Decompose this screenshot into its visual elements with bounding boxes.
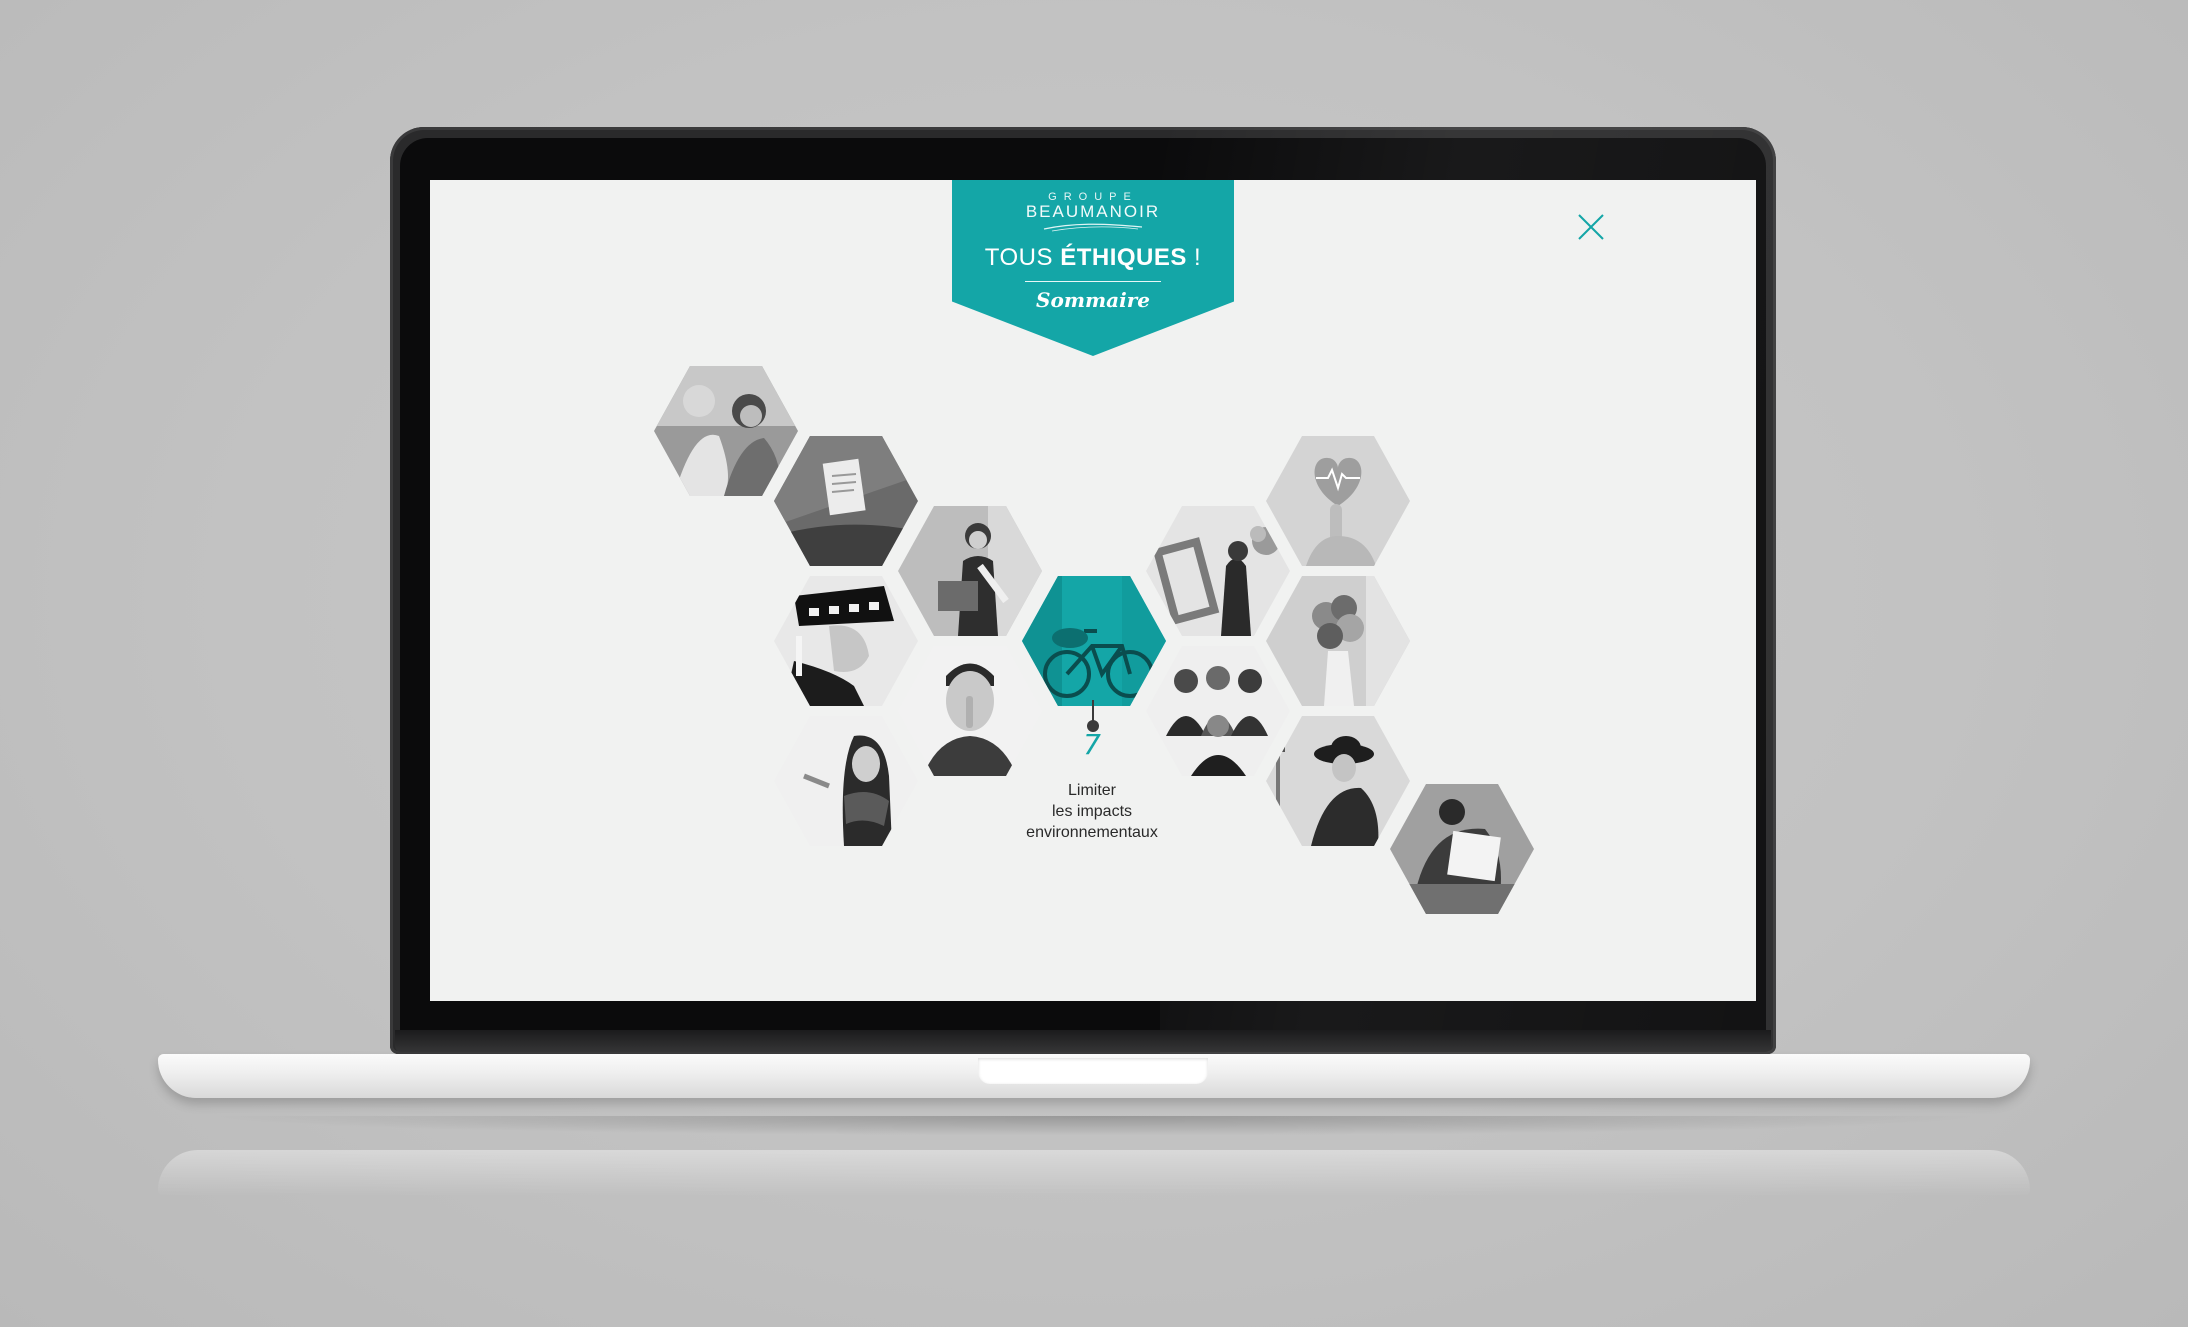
- title-end: !: [1186, 244, 1202, 271]
- laptop-shadow: [200, 1116, 1990, 1136]
- police-officer-photo: [774, 576, 918, 706]
- title-light: TOUS: [984, 244, 1061, 271]
- page-subtitle: Sommaire: [1036, 288, 1150, 312]
- hex-tile-clothing-label[interactable]: [774, 436, 918, 566]
- hex-tile-woman-scarf[interactable]: [774, 716, 918, 846]
- flower-bouquet-photo: [1266, 576, 1410, 706]
- mirror-and-flowers-photo: [1146, 506, 1290, 636]
- heart-pulse-finger-photo: [1266, 436, 1410, 566]
- laptop-hinge: [395, 1030, 1771, 1052]
- woman-with-suitcase-photo: [898, 506, 1042, 636]
- woman-in-hat-city-photo: [1266, 716, 1410, 846]
- hex-tile-police-officer[interactable]: [774, 576, 918, 706]
- hex-tile-bicycle-selected[interactable]: [1022, 576, 1166, 706]
- hex-tile-flower-bouquet[interactable]: [1266, 576, 1410, 706]
- caption-line: Limiter: [1067, 782, 1116, 799]
- header-banner[interactable]: GROUPE BEAUMANOIR TOUS ÉTHIQUES ! Sommai…: [952, 180, 1234, 356]
- item-caption[interactable]: Limiter les impacts environnementaux: [992, 780, 1192, 843]
- woman-with-scarf-photo: [774, 716, 918, 846]
- laptop-reflection: [158, 1150, 2030, 1196]
- hex-tile-heart-pulse[interactable]: [1266, 436, 1410, 566]
- banner-divider: [1025, 281, 1161, 282]
- caption-line: environnementaux: [1026, 824, 1158, 841]
- hex-tile-group-friends[interactable]: [1146, 646, 1290, 776]
- bicycle-photo: [1022, 576, 1166, 706]
- clothing-label-photo: [774, 436, 918, 566]
- title-bold: ÉTHIQUES: [1060, 244, 1187, 271]
- app-screen: GROUPE BEAUMANOIR TOUS ÉTHIQUES ! Sommai…: [430, 180, 1756, 1001]
- hex-tile-man-with-box[interactable]: [1390, 784, 1534, 914]
- close-icon: [1578, 214, 1604, 240]
- close-button[interactable]: [1576, 212, 1606, 242]
- smiling-women-photo: [654, 366, 798, 496]
- page-title: TOUS ÉTHIQUES !: [952, 244, 1234, 272]
- group-of-friends-photo: [1146, 646, 1290, 776]
- hex-tile-man-finger-lips[interactable]: [898, 646, 1042, 776]
- hex-tile-mirror-flowers[interactable]: [1146, 506, 1290, 636]
- caption-line: les impacts: [1051, 803, 1133, 820]
- item-number: 7: [1083, 728, 1101, 761]
- hex-tile-woman-suitcase[interactable]: [898, 506, 1042, 636]
- brand-logo: BEAUMANOIR: [1025, 202, 1161, 221]
- brand-swoosh-icon: [1043, 223, 1143, 232]
- laptop-opening-notch: [978, 1058, 1208, 1084]
- man-with-box-photo: [1390, 784, 1534, 914]
- hex-tile-woman-hat-city[interactable]: [1266, 716, 1410, 846]
- hex-tile-smiling-women[interactable]: [654, 366, 798, 496]
- man-finger-on-lips-photo: [898, 646, 1042, 776]
